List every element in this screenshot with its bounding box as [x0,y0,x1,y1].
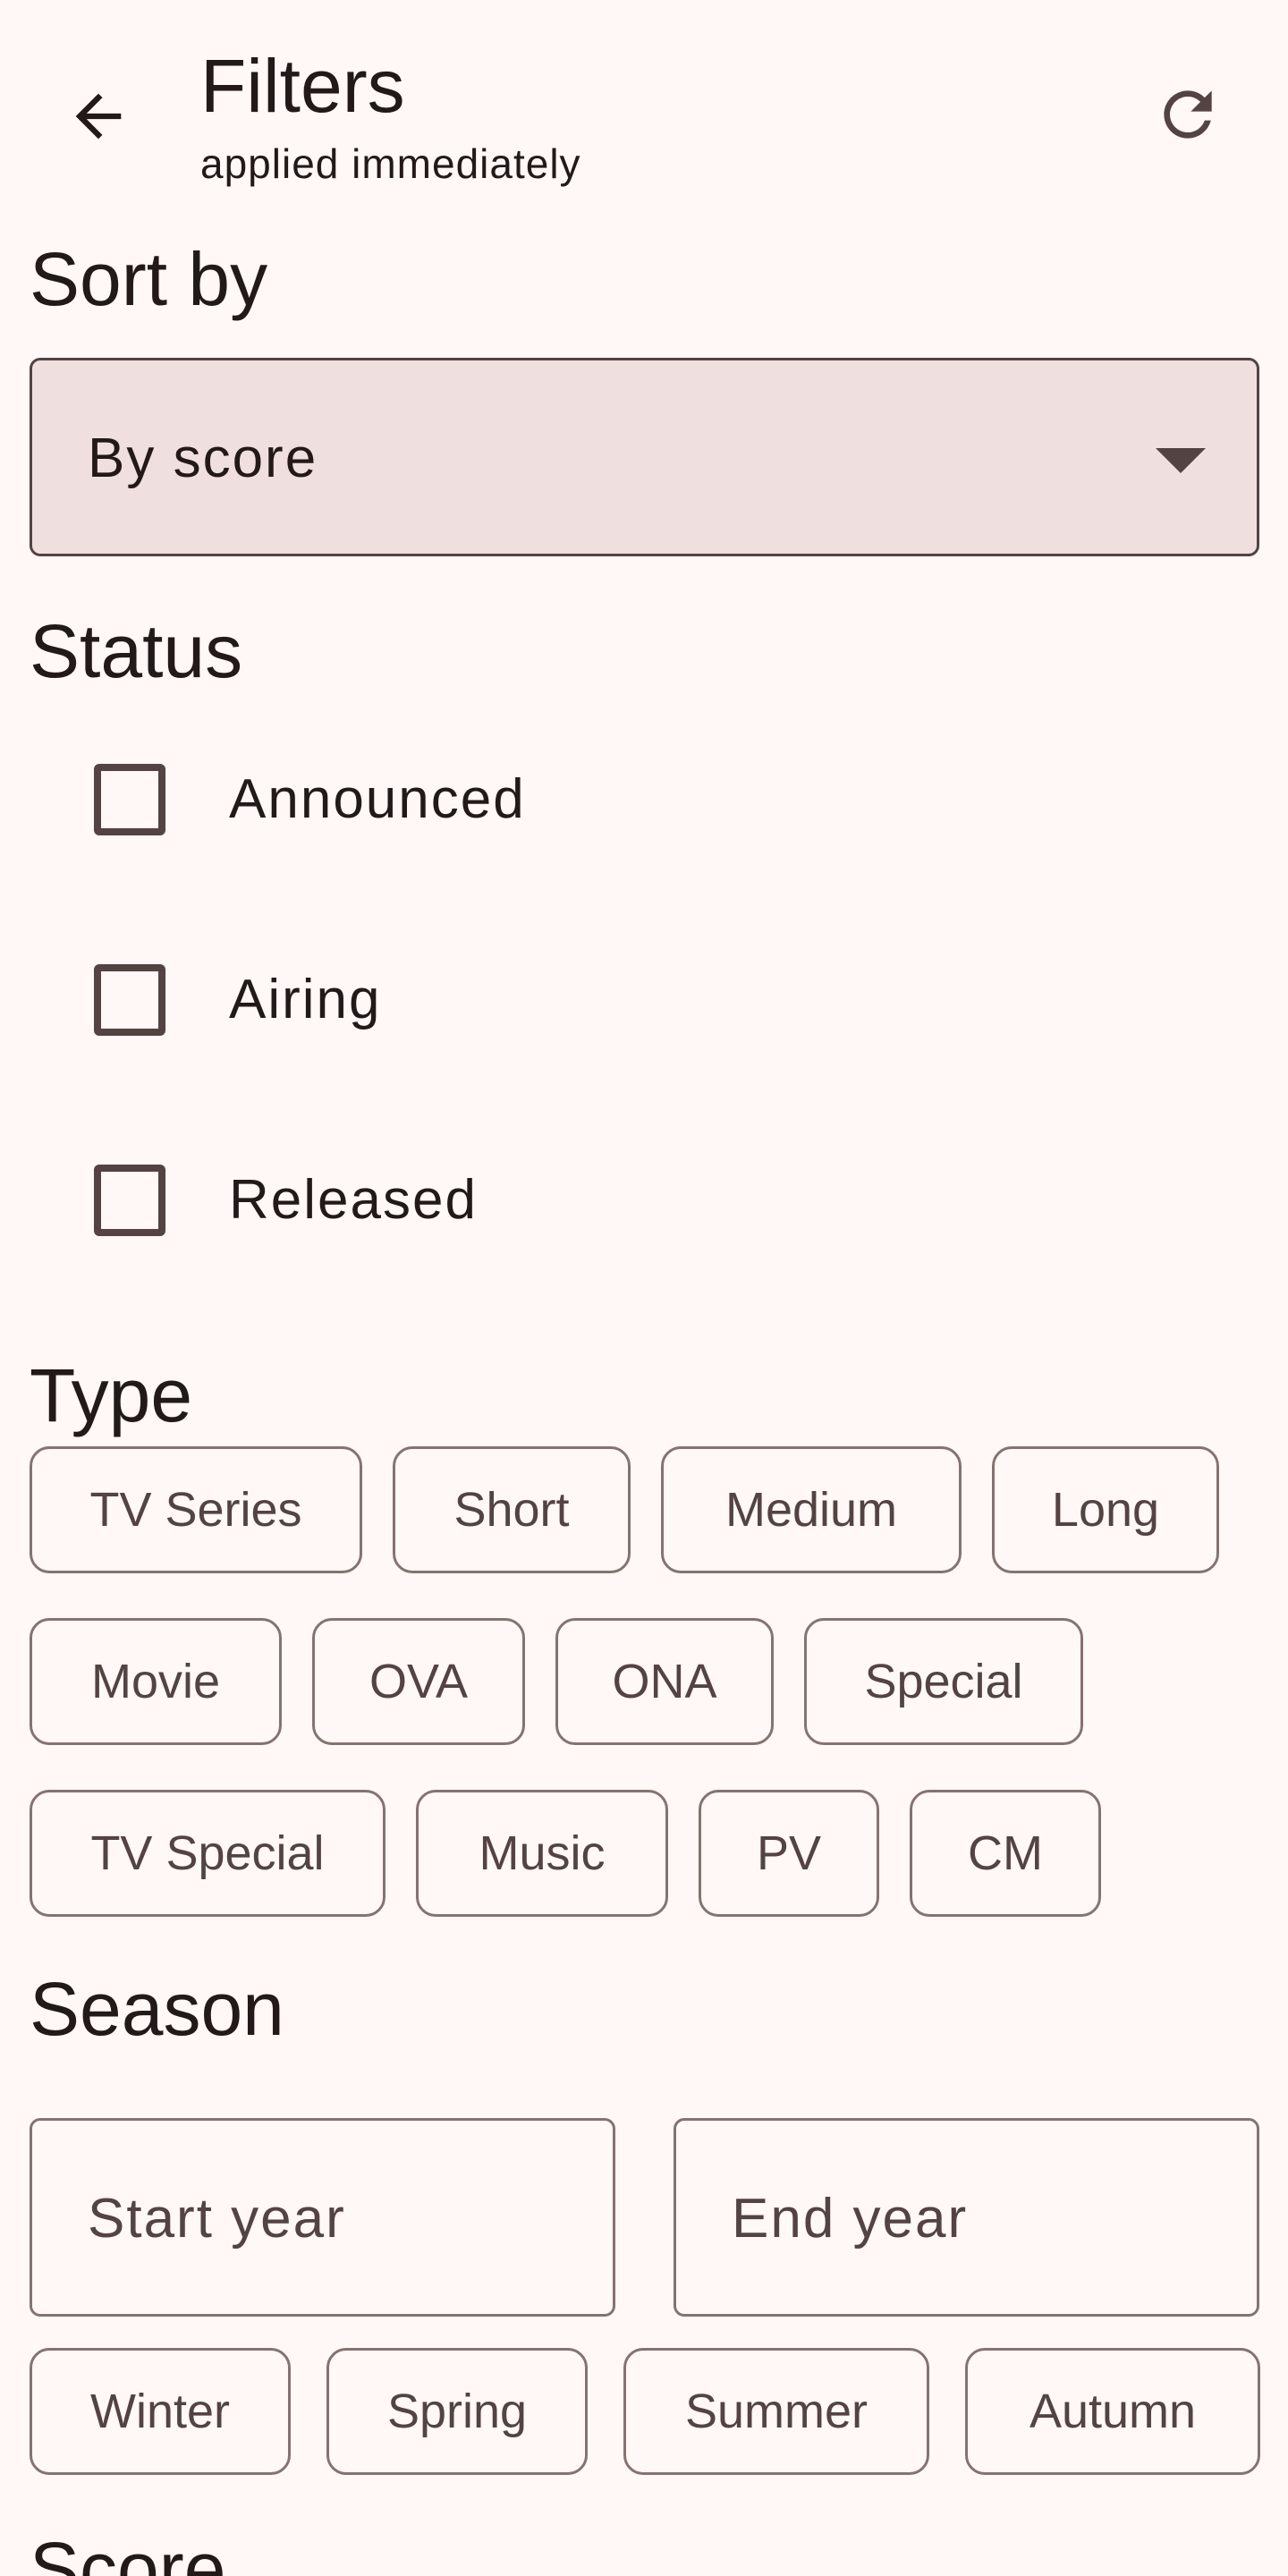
dropdown-arrow-icon [1156,448,1206,473]
season-chip-autumn[interactable]: Autumn [965,2348,1260,2475]
type-chip-movie[interactable]: Movie [30,1618,282,1745]
status-heading: Status [30,609,243,693]
type-chip-medium[interactable]: Medium [661,1446,962,1573]
type-chip-pv[interactable]: PV [699,1790,879,1917]
checkbox-label: Announced [229,768,526,830]
type-chip-long[interactable]: Long [992,1446,1219,1573]
type-heading: Type [30,1353,193,1437]
end-year-input[interactable]: End year [674,2118,1259,2317]
page-title: Filters [200,44,405,128]
sort-by-heading: Sort by [30,237,268,321]
type-chip-special[interactable]: Special [804,1618,1083,1745]
type-chip-short[interactable]: Short [393,1446,631,1573]
checkbox[interactable] [94,964,165,1036]
type-chip-cm[interactable]: CM [910,1790,1101,1917]
season-chip-summer[interactable]: Summer [623,2348,929,2475]
arrow-back-icon [75,93,122,140]
type-chip-tv-series[interactable]: TV Series [30,1446,362,1573]
season-chip-winter[interactable]: Winter [30,2348,291,2475]
start-year-placeholder: Start year [88,2188,346,2250]
status-option-airing[interactable]: Airing [30,930,1259,1073]
back-button[interactable] [45,63,152,170]
checkbox-label: Airing [229,969,382,1030]
sort-dropdown-value: By score [88,428,318,489]
score-heading: Score [30,2527,226,2576]
type-chip-row: TV Special Music PV CM [30,1790,1131,1917]
status-option-announced[interactable]: Announced [30,730,1259,873]
season-chip-row: Winter Spring Summer Autumn [30,2348,1260,2475]
refresh-icon [1164,90,1212,139]
checkbox[interactable] [94,1165,165,1236]
type-chip-ona[interactable]: ONA [555,1618,774,1745]
start-year-input[interactable]: Start year [30,2118,615,2317]
end-year-placeholder: End year [732,2188,969,2250]
season-chip-spring[interactable]: Spring [326,2348,588,2475]
reset-filters-button[interactable] [1134,61,1241,168]
sort-dropdown[interactable]: By score [30,358,1259,556]
status-option-released[interactable]: Released [30,1131,1259,1274]
type-chip-music[interactable]: Music [416,1790,668,1917]
checkbox[interactable] [94,764,165,835]
type-chip-ova[interactable]: OVA [312,1618,525,1745]
season-heading: Season [30,1967,284,2051]
type-chip-tv-special[interactable]: TV Special [30,1790,386,1917]
page-subtitle: applied immediately [200,140,581,187]
filters-screen: Filters applied immediately Sort by By s… [0,0,1288,2576]
type-chip-row: TV Series Short Medium Long [30,1446,1250,1573]
type-chip-row: Movie OVA ONA Special [30,1618,1114,1745]
checkbox-label: Released [229,1169,478,1231]
